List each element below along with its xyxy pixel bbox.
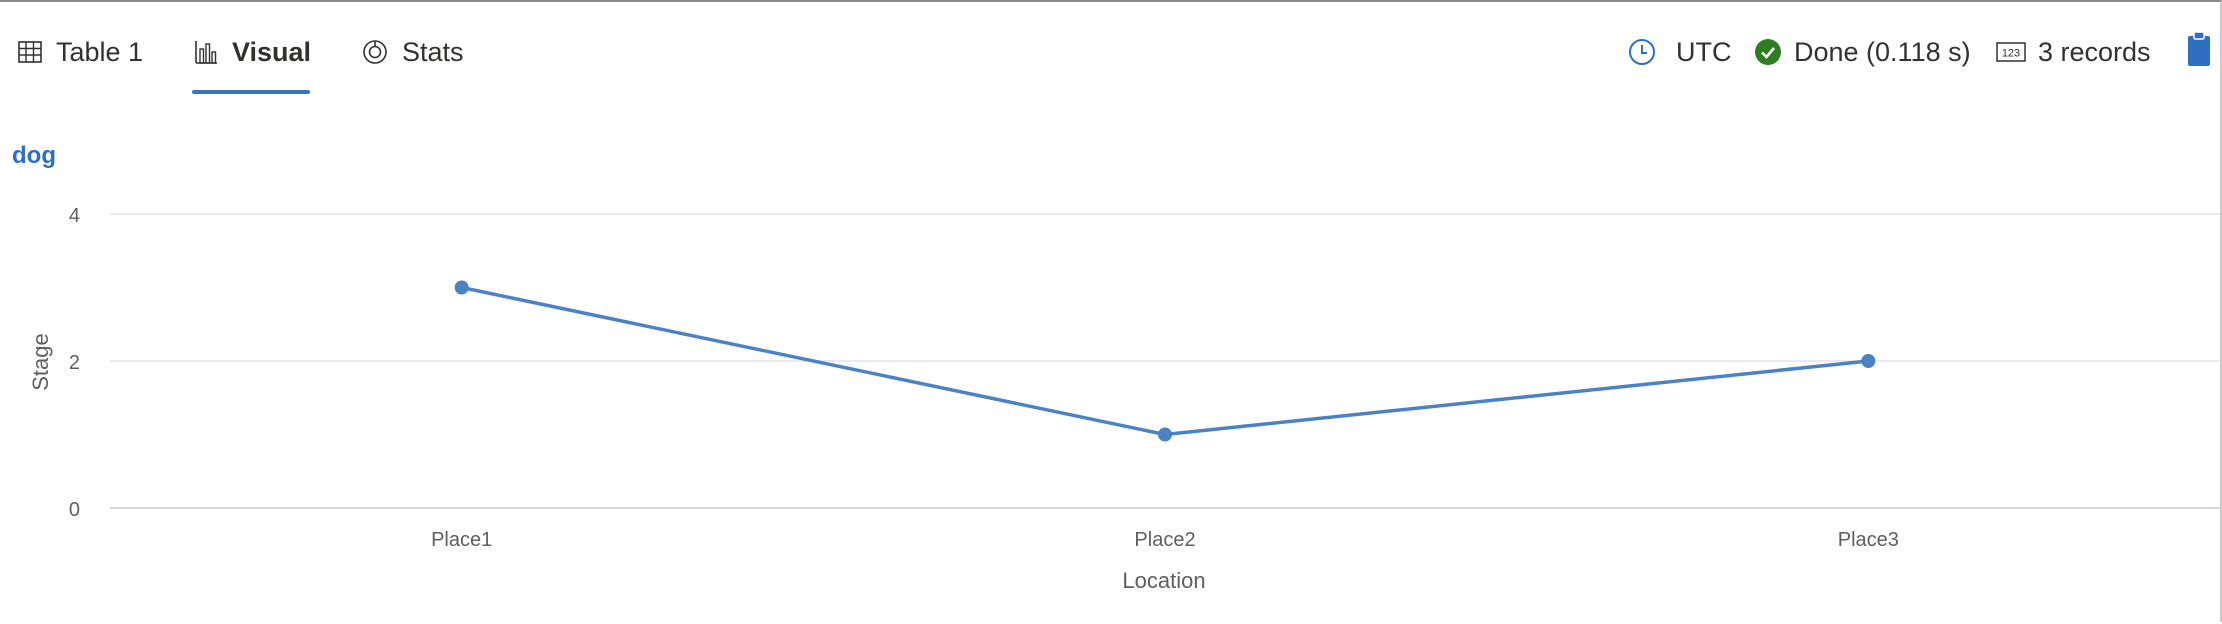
y-axis-title: Stage	[28, 333, 53, 391]
y-tick-label: 2	[69, 352, 80, 374]
x-tick-label: Place3	[1838, 529, 1899, 551]
data-point	[1861, 354, 1876, 368]
data-point	[454, 280, 469, 295]
results-panel: Table 1 Visual Stats UTC Done (0.118 s) …	[0, 0, 2222, 622]
x-tick-label: Place1	[431, 529, 492, 551]
x-tick-label: Place2	[1134, 529, 1195, 551]
data-point	[1158, 427, 1172, 442]
x-axis-title: Location	[1122, 568, 1205, 593]
line-chart: 0 2 4 Place1 Place2 Place3 Location Stage	[28, 205, 2220, 593]
y-tick-label: 4	[69, 205, 80, 227]
y-tick-label: 0	[69, 499, 80, 521]
